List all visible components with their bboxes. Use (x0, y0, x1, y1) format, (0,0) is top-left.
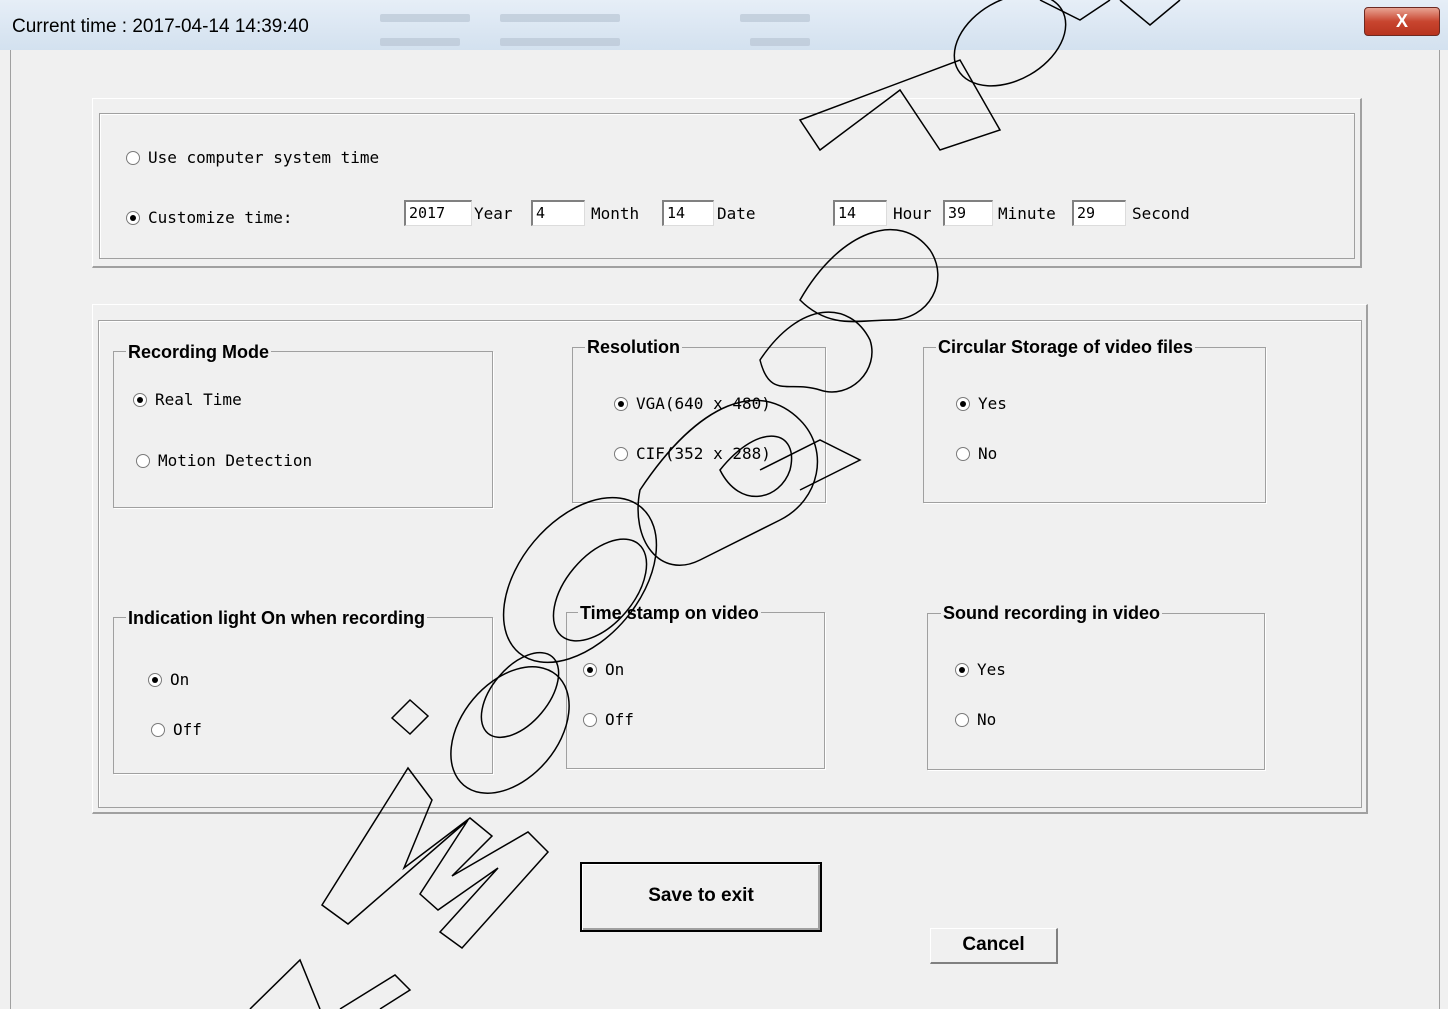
motion-detection-radio[interactable]: Motion Detection (136, 451, 312, 470)
resolution-group (572, 347, 826, 503)
time-stamp-off-radio[interactable]: Off (583, 710, 634, 729)
real-time-radio[interactable]: Real Time (133, 390, 242, 409)
circular-storage-yes-label: Yes (978, 394, 1007, 413)
sound-recording-yes-radio[interactable]: Yes (955, 660, 1006, 679)
time-stamp-on-radio[interactable]: On (583, 660, 624, 679)
indication-light-off-label: Off (173, 720, 202, 739)
month-input[interactable]: 4 (531, 200, 585, 226)
indication-light-title: Indication light On when recording (126, 608, 427, 628)
time-stamp-title: Time stamp on video (578, 603, 761, 623)
motion-detection-label: Motion Detection (158, 451, 313, 470)
hour-label: Hour (893, 204, 932, 223)
custom-time-radio[interactable]: Customize time: (126, 208, 293, 227)
sound-recording-no-label: No (977, 710, 997, 729)
radio-unselected-icon (136, 453, 150, 468)
radio-unselected-icon (955, 712, 969, 727)
minute-label: Minute (998, 204, 1056, 223)
cif-resolution-label: CIF(352 x 288) (636, 444, 771, 463)
sound-recording-yes-label: Yes (977, 660, 1006, 679)
radio-unselected-icon (126, 150, 140, 165)
radio-selected-icon (955, 662, 969, 677)
time-stamp-on-label: On (605, 660, 625, 679)
year-input[interactable]: 2017 (404, 200, 472, 226)
second-label: Second (1132, 204, 1190, 223)
vga-resolution-radio[interactable]: VGA(640 x 480) (614, 394, 771, 413)
radio-unselected-icon (583, 712, 597, 727)
cif-resolution-radio[interactable]: CIF(352 x 288) (614, 444, 771, 463)
circular-storage-group (923, 347, 1266, 503)
indication-light-group (113, 617, 493, 774)
circular-storage-no-radio[interactable]: No (956, 444, 997, 463)
indication-light-on-radio[interactable]: On (148, 670, 189, 689)
radio-selected-icon (956, 396, 970, 411)
year-label: Year (474, 204, 513, 223)
cancel-button[interactable]: Cancel (930, 928, 1058, 964)
recording-mode-group (113, 351, 493, 508)
radio-unselected-icon (614, 446, 628, 461)
resolution-title: Resolution (585, 337, 682, 357)
radio-selected-icon (148, 672, 162, 687)
custom-time-label: Customize time: (148, 208, 293, 227)
circular-storage-title: Circular Storage of video files (936, 337, 1196, 357)
time-settings-panel (92, 98, 1362, 268)
vga-resolution-label: VGA(640 x 480) (636, 394, 771, 413)
sound-recording-title: Sound recording in video (941, 603, 1163, 623)
radio-selected-icon (133, 392, 147, 407)
indication-light-on-label: On (170, 670, 190, 689)
date-input[interactable]: 14 (662, 200, 714, 226)
circular-storage-no-label: No (978, 444, 998, 463)
circular-storage-yes-radio[interactable]: Yes (956, 394, 1007, 413)
system-time-label: Use computer system time (148, 148, 380, 167)
indication-light-off-radio[interactable]: Off (151, 720, 202, 739)
radio-selected-icon (583, 662, 597, 677)
time-stamp-off-label: Off (605, 710, 634, 729)
radio-selected-icon (614, 396, 628, 411)
window-title: Current time : 2017-04-14 14:39:40 (12, 16, 309, 37)
sound-recording-group (927, 613, 1265, 770)
sound-recording-no-radio[interactable]: No (955, 710, 996, 729)
minute-input[interactable]: 39 (943, 200, 993, 226)
radio-unselected-icon (956, 446, 970, 461)
save-to-exit-button[interactable]: Save to exit (580, 862, 822, 932)
close-button[interactable]: X (1364, 7, 1440, 36)
date-label: Date (717, 204, 756, 223)
second-input[interactable]: 29 (1072, 200, 1126, 226)
time-stamp-group (566, 612, 825, 769)
system-time-radio[interactable]: Use computer system time (126, 148, 379, 167)
month-label: Month (591, 204, 640, 223)
recording-mode-title: Recording Mode (126, 342, 272, 362)
radio-unselected-icon (151, 722, 165, 737)
hour-input[interactable]: 14 (833, 200, 887, 226)
radio-selected-icon (126, 210, 140, 225)
real-time-label: Real Time (155, 390, 242, 409)
